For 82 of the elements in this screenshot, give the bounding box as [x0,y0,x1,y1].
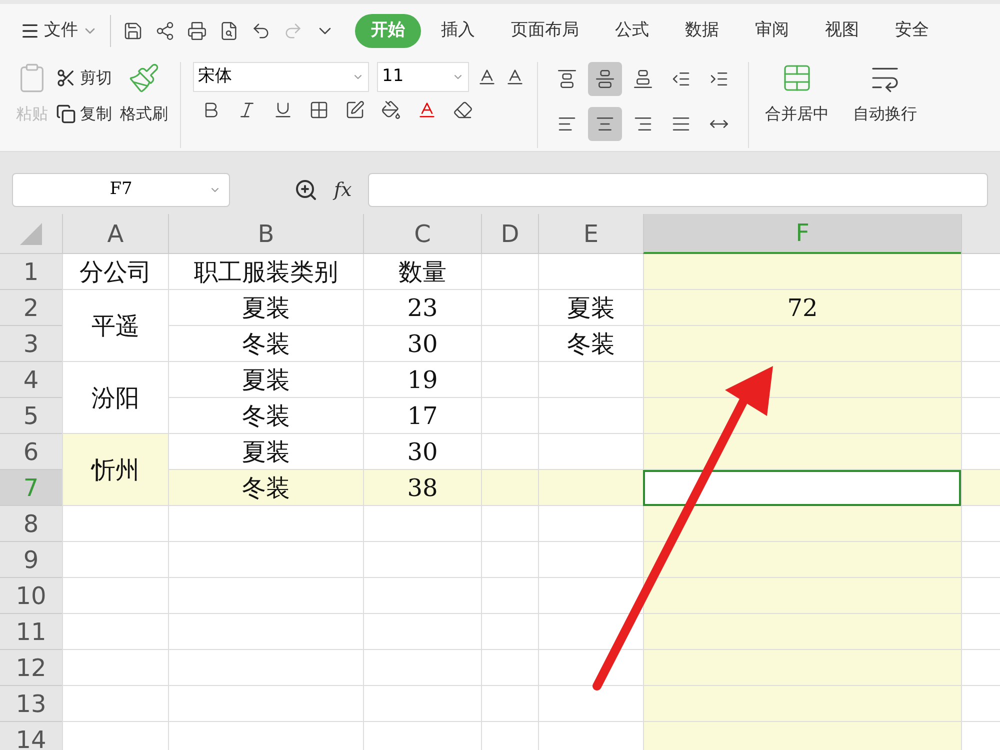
row-header[interactable]: 10 [0,578,62,614]
cell-style-icon[interactable] [345,100,365,120]
eraser-icon[interactable] [453,100,473,120]
font-size-field[interactable]: 11 [377,62,469,92]
align-icon [595,69,615,89]
table-cell[interactable] [643,470,961,506]
table-cell[interactable]: 汾阳 [62,362,168,434]
column-header[interactable]: E [538,214,643,254]
table-cell[interactable]: 冬装 [538,326,643,362]
ribbon-tab[interactable]: 数据 [669,14,735,48]
row-header[interactable]: 13 [0,686,62,722]
table-cell[interactable]: 分公司 [62,254,168,290]
font-name-field[interactable]: 宋体 [193,62,369,92]
save-icon[interactable] [123,21,143,41]
row-header[interactable]: 1 [0,254,62,290]
row-header[interactable]: 3 [0,326,62,362]
row-header[interactable]: 11 [0,614,62,650]
align-icon [557,69,577,89]
table-cell[interactable]: 19 [363,362,481,398]
row-header[interactable]: 9 [0,542,62,578]
column-header[interactable]: B [168,214,363,254]
select-all-corner[interactable] [0,214,62,254]
table-cell[interactable]: 23 [363,290,481,326]
table-cell[interactable]: 30 [363,326,481,362]
column-header[interactable]: C [363,214,481,254]
search-icon[interactable] [294,178,318,202]
print-icon[interactable] [187,21,207,41]
font-color-icon[interactable] [417,100,437,120]
row-header[interactable]: 2 [0,290,62,326]
table-cell[interactable]: 冬装 [168,326,363,362]
ribbon-tab[interactable]: 视图 [809,14,875,48]
ribbon-tab[interactable]: 插入 [425,14,491,48]
wrap-text-button[interactable]: 自动换行 [845,62,925,126]
scissors-icon [56,68,76,88]
fx-label: fx [334,178,352,203]
fill-color-icon[interactable] [381,100,401,120]
row-header[interactable]: 4 [0,362,62,398]
copy-button[interactable]: 复制 [56,102,112,126]
preview-icon[interactable] [219,21,239,41]
border-icon[interactable] [309,100,329,120]
share-icon[interactable] [155,21,175,41]
table-cell[interactable]: 夏装 [168,362,363,398]
ribbon-tab[interactable]: 审阅 [739,14,805,48]
table-cell[interactable]: 数量 [363,254,481,290]
table-cell[interactable]: 夏装 [168,434,363,470]
table-cell[interactable]: 17 [363,398,481,434]
align-button[interactable] [588,62,622,96]
ribbon-tab[interactable]: 安全 [879,14,945,48]
undo-icon[interactable] [251,21,271,41]
align-icon [633,69,653,89]
column-header[interactable]: D [481,214,538,254]
format-painter-button[interactable]: 格式刷 [120,62,168,148]
underline-icon[interactable] [273,100,293,120]
paintbrush-icon [128,62,160,94]
table-cell[interactable]: 冬装 [168,470,363,506]
row-header[interactable]: 14 [0,722,62,750]
table-cell[interactable]: 冬装 [168,398,363,434]
ribbon-tab[interactable]: 公式 [599,14,665,48]
cut-button[interactable]: 剪切 [56,66,112,90]
table-cell[interactable]: 忻州 [62,434,168,506]
formula-input-field[interactable] [368,173,988,207]
table-cell[interactable]: 72 [643,290,961,326]
ribbon-tab[interactable]: 页面布局 [495,14,595,48]
copy-icon [56,104,76,124]
table-cell[interactable]: 平遥 [62,290,168,362]
file-menu[interactable]: 文件 [20,18,98,44]
table-cell[interactable]: 职工服装类别 [168,254,363,290]
row-header[interactable]: 8 [0,506,62,542]
column-header[interactable] [961,214,1000,254]
align-button[interactable] [588,107,622,141]
column-header[interactable]: A [62,214,168,254]
redo-icon[interactable] [283,21,303,41]
table-cell[interactable]: 38 [363,470,481,506]
name-box[interactable]: F7 [12,173,230,207]
table-cell[interactable]: 夏装 [538,290,643,326]
row-header[interactable]: 5 [0,398,62,434]
merge-cells-icon [781,62,813,94]
row-header[interactable]: 6 [0,434,62,470]
row-header[interactable]: 12 [0,650,62,686]
table-cell[interactable]: 夏装 [168,290,363,326]
merge-center-button[interactable]: 合并居中 [749,62,845,126]
table-cell[interactable]: 30 [363,434,481,470]
